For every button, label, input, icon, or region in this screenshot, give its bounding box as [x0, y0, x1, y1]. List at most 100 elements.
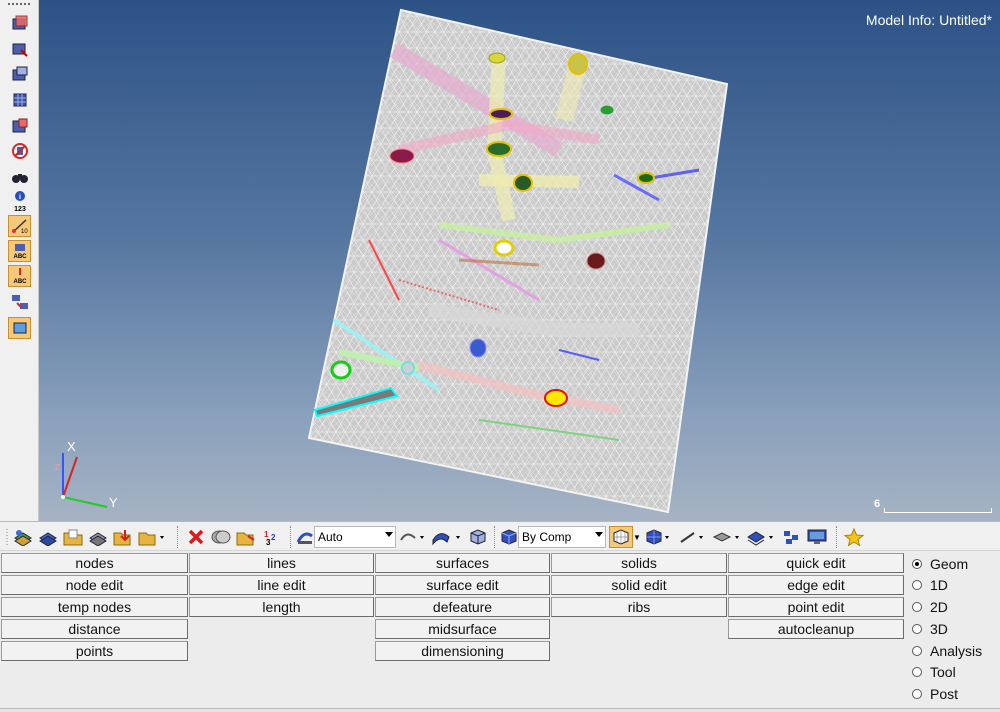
quick-edit-icon[interactable] [8, 317, 31, 339]
length-button[interactable]: length [189, 597, 374, 617]
axis-x-label: X [67, 439, 76, 454]
page-radio-post[interactable]: Post [912, 684, 958, 704]
radio-indicator [912, 559, 922, 569]
midsurface-button[interactable]: midsurface [375, 619, 550, 639]
plane-display-icon[interactable] [745, 526, 777, 548]
renumber-icon[interactable]: 123 [260, 526, 282, 548]
solid-display-icon[interactable] [466, 526, 488, 548]
scale-line [884, 508, 992, 513]
page-radio-analysis[interactable]: Analysis [912, 641, 982, 661]
temp-nodes-button[interactable]: temp nodes [1, 597, 188, 617]
node-edit-button[interactable]: node edit [1, 575, 188, 595]
shaded-elements-icon[interactable] [643, 526, 673, 548]
page-radio-2d[interactable]: 2D [912, 597, 948, 617]
edge-edit-button[interactable]: edge edit [728, 575, 904, 595]
save-model-icon[interactable] [37, 526, 59, 548]
save-as-icon[interactable] [137, 526, 167, 548]
toolbar-grip[interactable] [8, 3, 30, 6]
import-icon[interactable] [87, 526, 109, 548]
measure-icon[interactable]: 10 [8, 215, 31, 237]
surface-edit-button[interactable]: surface edit [375, 575, 550, 595]
unmask-icon[interactable] [8, 38, 31, 60]
scale-label: 6 [874, 498, 881, 510]
point-edit-button[interactable]: point edit [728, 597, 904, 617]
quick-edit-button[interactable]: quick edit [728, 553, 904, 573]
defeature-button[interactable]: defeature [375, 597, 550, 617]
label-abc-2-icon[interactable]: ABC [8, 265, 31, 287]
main-toolbar: 123 Auto By Comp ▼ [0, 521, 1000, 551]
open-model-icon[interactable] [12, 526, 34, 548]
toolbar-grip-h[interactable] [3, 526, 11, 548]
surface-display-icon[interactable] [430, 526, 464, 548]
toolbar-separator [494, 526, 495, 548]
numbers-icon[interactable]: i 123 [8, 188, 31, 214]
shaded-mode-icon[interactable] [296, 526, 314, 548]
monitor-icon[interactable] [805, 526, 829, 548]
graphics-viewport[interactable]: Model Info: Untitled* X Y Z 6 [39, 0, 1000, 521]
svg-text:ABC: ABC [13, 279, 27, 285]
distance-button[interactable]: distance [1, 619, 188, 639]
points-button[interactable]: points [1, 641, 188, 661]
toolbar-separator [177, 526, 178, 548]
element-display-icon[interactable] [711, 526, 743, 548]
color-mode-icon[interactable] [500, 526, 518, 548]
axis-y-label: Y [109, 495, 118, 510]
radio-indicator [912, 624, 922, 634]
chevron-down-icon: ▼ [633, 532, 641, 542]
visualization-options-icon[interactable] [398, 526, 428, 548]
page-radio-3d[interactable]: 3D [912, 619, 948, 639]
no-mask-icon[interactable] [8, 140, 31, 162]
status-strip [0, 708, 1000, 712]
page-radio-label: Geom [930, 556, 969, 572]
reverse-icon[interactable] [8, 63, 31, 85]
export-icon[interactable] [112, 526, 134, 548]
label-abc-icon[interactable]: ABC [8, 240, 31, 262]
delete-icon[interactable] [185, 526, 207, 548]
line-edit-button[interactable]: line edit [189, 575, 374, 595]
svg-text:10: 10 [21, 229, 28, 235]
lines-button[interactable]: lines [189, 553, 374, 573]
dimensioning-button[interactable]: dimensioning [375, 641, 550, 661]
page-radio-tool[interactable]: Tool [912, 662, 956, 682]
transfer-icon[interactable] [8, 291, 31, 313]
open-folder-icon[interactable] [62, 526, 84, 548]
nodes-button[interactable]: nodes [1, 553, 188, 573]
binoculars-icon[interactable] [8, 166, 31, 188]
mesh-model[interactable] [39, 0, 1000, 521]
mesh-lines-icon[interactable] [609, 526, 633, 548]
isolate-icon[interactable] [8, 115, 31, 137]
solids-button[interactable]: solids [551, 553, 727, 573]
page-radio-1d[interactable]: 1D [912, 575, 948, 595]
color-mode-dropdown[interactable]: By Comp [518, 526, 606, 548]
page-radio-label: 3D [930, 621, 948, 637]
svg-text:123: 123 [14, 206, 26, 213]
display-mode-value: Auto [318, 530, 343, 544]
ribs-button[interactable]: ribs [551, 597, 727, 617]
line-display-icon[interactable] [677, 526, 707, 548]
mask-icon[interactable] [8, 12, 31, 34]
page-radio-label: Analysis [930, 643, 983, 659]
duplicate-icon[interactable] [210, 526, 232, 548]
toolbar-separator [836, 526, 837, 548]
geom-panel: nodes node edit temp nodes distance poin… [0, 551, 1000, 712]
hypermesh-window: i 123 10 ABC ABC Model Info: Untitled* X… [0, 0, 1000, 712]
solid-edit-button[interactable]: solid edit [551, 575, 727, 595]
svg-text:ABC: ABC [13, 254, 27, 260]
toolbar-separator [290, 526, 291, 548]
color-mode-value: By Comp [522, 530, 572, 544]
page-radio-label: 2D [930, 599, 948, 615]
surfaces-button[interactable]: surfaces [375, 553, 550, 573]
find-icon[interactable] [8, 89, 31, 111]
axis-z-label: Z [55, 463, 60, 472]
organize-icon[interactable] [235, 526, 257, 548]
display-mode-dropdown[interactable]: Auto [314, 526, 396, 548]
svg-text:3: 3 [266, 538, 271, 546]
page-radio-geom[interactable]: Geom [912, 554, 968, 574]
favorites-star-icon[interactable] [843, 526, 865, 548]
radio-indicator [912, 667, 922, 677]
ungroup-icon[interactable] [780, 526, 802, 548]
mesh-lines-dropdown[interactable]: ▼ [633, 526, 641, 548]
autocleanup-button[interactable]: autocleanup [728, 619, 904, 639]
chevron-down-icon [595, 532, 603, 537]
model-info-label: Model Info: Untitled* [865, 12, 992, 28]
